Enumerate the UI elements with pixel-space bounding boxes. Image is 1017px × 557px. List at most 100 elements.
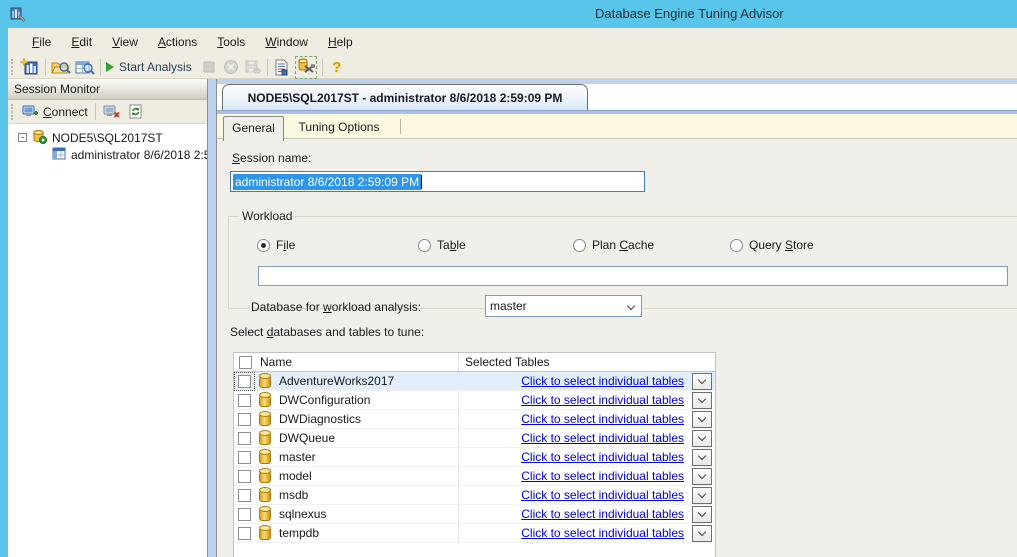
chevron-down-icon <box>698 414 706 422</box>
select-tables-link[interactable]: Click to select individual tables <box>521 450 684 464</box>
tuning-options-icon <box>297 58 315 74</box>
tab-tuning-options[interactable]: Tuning Options <box>284 117 394 138</box>
new-session-button[interactable] <box>18 57 42 78</box>
radio-icon <box>418 239 431 252</box>
database-icon <box>259 488 271 502</box>
row-checkbox[interactable] <box>238 489 251 502</box>
menu-view[interactable]: View <box>102 31 148 53</box>
table-row[interactable]: DWDiagnostics Click to select individual… <box>234 410 715 429</box>
select-tables-link[interactable]: Click to select individual tables <box>521 431 684 445</box>
help-button[interactable]: ? <box>326 57 348 78</box>
toolbar-grip[interactable] <box>11 59 14 75</box>
tables-dropdown-button[interactable] <box>692 430 712 447</box>
tab-general[interactable]: General <box>223 116 284 141</box>
toolbar-separator <box>322 59 323 76</box>
tuning-options-button[interactable] <box>293 57 319 78</box>
select-tables-link[interactable]: Click to select individual tables <box>521 488 684 502</box>
select-tables-link[interactable]: Click to select individual tables <box>521 469 684 483</box>
radio-table[interactable]: Table <box>418 238 466 252</box>
window-title: Database Engine Tuning Advisor <box>595 6 784 21</box>
row-checkbox[interactable] <box>238 451 251 464</box>
row-checkbox[interactable] <box>238 375 251 388</box>
tables-dropdown-button[interactable] <box>692 373 712 390</box>
table-row[interactable]: msdb Click to select individual tables <box>234 486 715 505</box>
row-checkbox[interactable] <box>238 527 251 540</box>
server-name: NODE5\SQL2017ST <box>52 131 163 145</box>
document-tab-strip: NODE5\SQL2017ST - administrator 8/6/2018… <box>217 84 1017 110</box>
database-icon <box>259 412 271 426</box>
radio-query-store[interactable]: Query Store <box>730 238 814 252</box>
title-bar[interactable]: Database Engine Tuning Advisor <box>0 0 1017 28</box>
connect-icon <box>22 105 39 119</box>
toolbar-grip[interactable] <box>11 104 14 120</box>
new-session-icon <box>20 58 40 76</box>
cancel-icon <box>223 59 239 75</box>
select-tables-link[interactable]: Click to select individual tables <box>521 393 684 407</box>
radio-icon <box>730 239 743 252</box>
export-session-button[interactable] <box>242 57 264 78</box>
table-row[interactable]: model Click to select individual tables <box>234 467 715 486</box>
tables-dropdown-button[interactable] <box>692 411 712 428</box>
panel-splitter[interactable] <box>207 79 217 557</box>
tables-dropdown-button[interactable] <box>692 449 712 466</box>
select-tables-link[interactable]: Click to select individual tables <box>521 374 684 388</box>
radio-plan-cache[interactable]: Plan Cache <box>573 238 654 252</box>
column-header-selected-tables: Selected Tables <box>465 355 550 369</box>
row-checkbox[interactable] <box>238 508 251 521</box>
table-row[interactable]: master Click to select individual tables <box>234 448 715 467</box>
table-row[interactable]: tempdb Click to select individual tables <box>234 524 715 543</box>
menu-actions[interactable]: Actions <box>148 31 207 53</box>
table-row[interactable]: DWQueue Click to select individual table… <box>234 429 715 448</box>
chevron-down-icon <box>698 471 706 479</box>
tables-dropdown-button[interactable] <box>692 525 712 542</box>
stop-analysis-button[interactable] <box>198 57 220 78</box>
tables-dropdown-button[interactable] <box>692 506 712 523</box>
main-toolbar: Start Analysis <box>8 56 1017 79</box>
menu-edit[interactable]: Edit <box>61 31 102 53</box>
start-analysis-label: Start Analysis <box>119 60 192 74</box>
tables-dropdown-button[interactable] <box>692 487 712 504</box>
tree-node-server[interactable]: - NODE5\SQL2017ST <box>8 129 207 146</box>
table-row[interactable]: sqlnexus Click to select individual tabl… <box>234 505 715 524</box>
workload-groupbox: Workload File Table Plan Cache <box>228 209 1017 309</box>
report-button[interactable] <box>271 57 293 78</box>
menu-file[interactable]: File <box>22 31 61 53</box>
menu-tools[interactable]: Tools <box>207 31 255 53</box>
general-tab-content: Session name: administrator 8/6/2018 2:5… <box>217 139 1017 557</box>
table-row[interactable]: DWConfiguration Click to select individu… <box>234 391 715 410</box>
disconnect-button[interactable] <box>99 103 124 121</box>
tables-dropdown-button[interactable] <box>692 392 712 409</box>
open-workload-file-button[interactable] <box>49 57 73 78</box>
row-checkbox[interactable] <box>238 432 251 445</box>
refresh-button[interactable] <box>124 102 147 121</box>
radio-file[interactable]: File <box>257 238 295 252</box>
start-analysis-button[interactable]: Start Analysis <box>104 57 198 78</box>
collapse-toggle[interactable]: - <box>18 133 27 142</box>
main-area: NODE5\SQL2017ST - administrator 8/6/2018… <box>217 79 1017 557</box>
tree-node-session[interactable]: administrator 8/6/2018 2:59: <box>8 146 207 163</box>
menu-help[interactable]: Help <box>318 31 363 53</box>
report-icon <box>273 59 290 76</box>
menu-window[interactable]: Window <box>255 31 318 53</box>
select-tables-link[interactable]: Click to select individual tables <box>521 412 684 426</box>
select-all-checkbox[interactable] <box>239 356 252 369</box>
row-checkbox[interactable] <box>238 413 251 426</box>
chevron-down-icon <box>698 433 706 441</box>
cancel-button[interactable] <box>220 57 242 78</box>
row-checkbox[interactable] <box>238 394 251 407</box>
session-name-label: Session name: <box>232 151 311 165</box>
open-workload-table-button[interactable] <box>73 57 97 78</box>
db-analysis-combo[interactable]: master <box>485 295 642 317</box>
tables-dropdown-button[interactable] <box>692 468 712 485</box>
session-name-input[interactable]: administrator 8/6/2018 2:59:09 PM <box>230 171 645 192</box>
inner-tab-strip: General Tuning Options <box>217 114 1017 139</box>
select-tables-link[interactable]: Click to select individual tables <box>521 526 684 540</box>
toolbar-separator <box>100 59 101 76</box>
table-row[interactable]: AdventureWorks2017 Click to select indiv… <box>234 372 715 391</box>
workload-file-input[interactable] <box>258 266 1008 286</box>
connect-button[interactable]: Connect <box>18 103 92 121</box>
row-checkbox[interactable] <box>238 470 251 483</box>
select-tables-link[interactable]: Click to select individual tables <box>521 507 684 521</box>
chevron-down-icon <box>698 490 706 498</box>
session-document-tab[interactable]: NODE5\SQL2017ST - administrator 8/6/2018… <box>222 84 588 110</box>
